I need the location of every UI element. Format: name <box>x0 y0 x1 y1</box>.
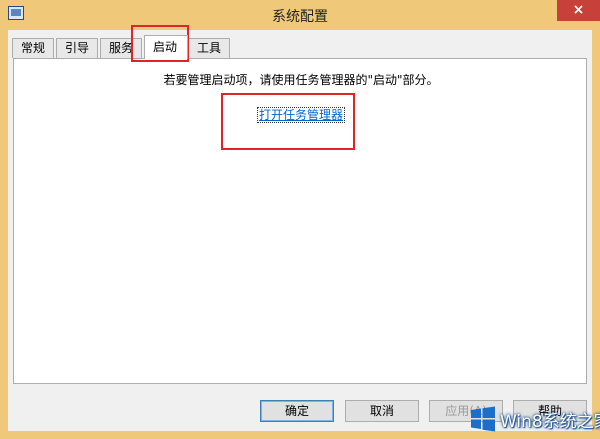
cancel-button[interactable]: 取消 <box>345 400 419 422</box>
tab-tools[interactable]: 工具 <box>188 38 231 58</box>
window-title: 系统配置 <box>272 9 328 25</box>
dialog-client-area: 常规 引导 服务 启动 工具 若要管理启动项，请使用任务管理器的"启动"部分。 … <box>8 30 592 431</box>
title-bar[interactable]: 系统配置 × <box>0 0 600 30</box>
windows-logo-icon <box>471 406 495 432</box>
watermark-text: Win8系统之家 <box>500 412 600 432</box>
tab-general[interactable]: 常规 <box>12 38 55 58</box>
watermark: Win8系统之家 <box>470 402 600 436</box>
task-manager-link-highlight-box <box>221 93 355 150</box>
close-button[interactable]: × <box>557 0 600 21</box>
tab-boot[interactable]: 引导 <box>56 38 99 58</box>
system-config-window: 系统配置 × 常规 引导 服务 启动 工具 若要管理启动项，请使用任务管理器的"… <box>0 0 600 439</box>
startup-message: 若要管理启动项，请使用任务管理器的"启动"部分。 <box>163 73 439 87</box>
ok-button[interactable]: 确定 <box>260 400 334 422</box>
tab-startup[interactable]: 启动 <box>144 35 188 59</box>
